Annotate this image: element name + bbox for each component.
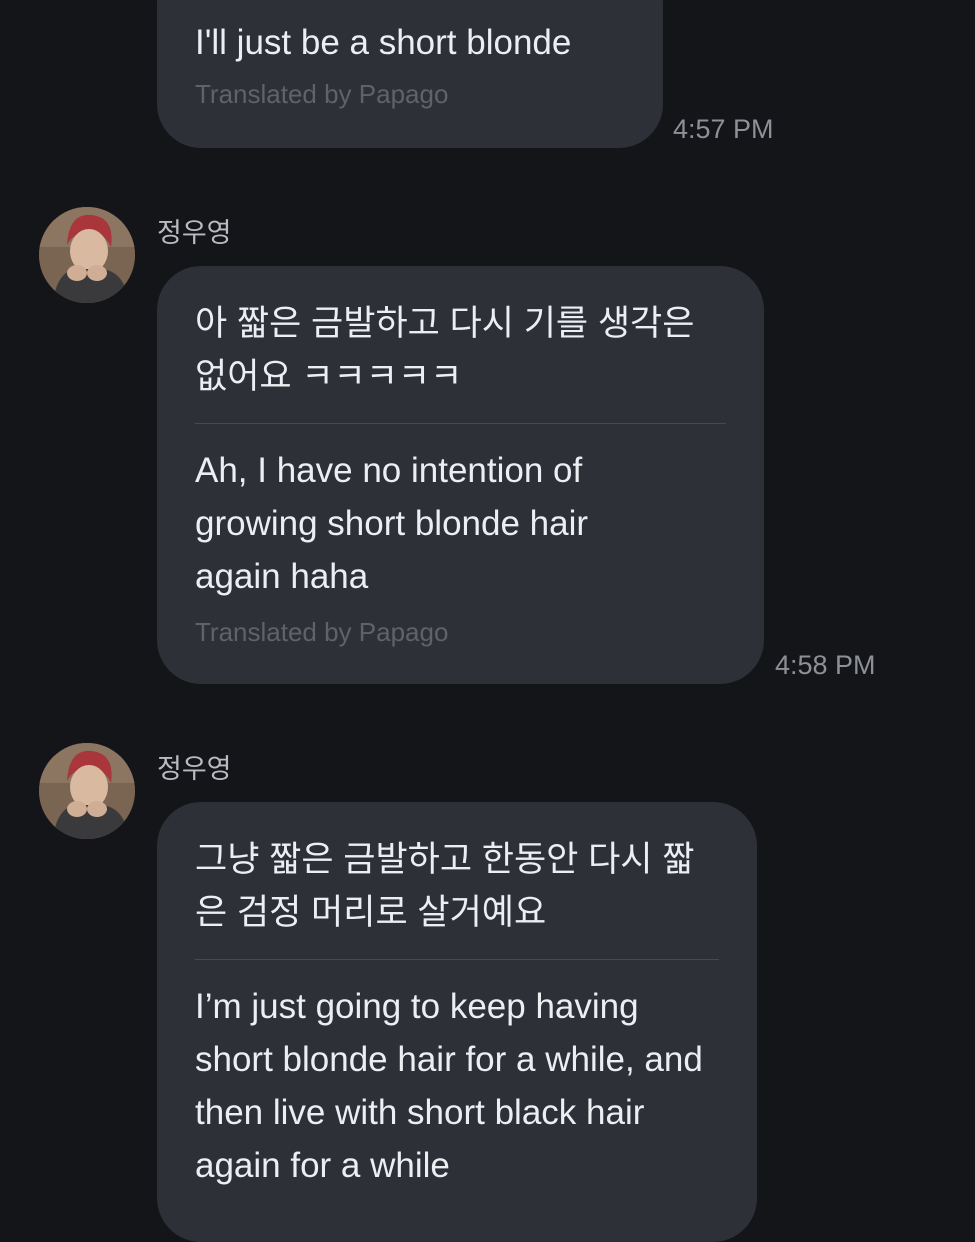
message-bubble[interactable]: 아 짧은 금발하고 다시 기를 생각은 없어요 ㅋㅋㅋㅋㅋ Ah, I have… xyxy=(157,266,764,684)
profile-photo-icon xyxy=(39,207,135,303)
translation-divider xyxy=(195,423,726,424)
message-bubble[interactable]: I'll just be a short blonde Translated b… xyxy=(157,0,663,148)
message-timestamp: 4:57 PM xyxy=(673,114,774,144)
avatar[interactable] xyxy=(39,743,135,839)
translated-by-label: Translated by Papago xyxy=(195,79,449,109)
message-original-text: 그냥 짧은 금발하고 한동안 다시 짧은 검정 머리로 살거예요 xyxy=(195,840,695,932)
translation-divider xyxy=(195,959,719,960)
message-original-text: 아 짧은 금발하고 다시 기를 생각은 없어요 ㅋㅋㅋㅋㅋ xyxy=(195,304,695,396)
message-translation-text: I’m just going to keep having short blon… xyxy=(195,987,703,1185)
message-text: I'll just be a short blonde xyxy=(195,23,572,62)
message-translation-text: Ah, I have no intention of growing short… xyxy=(195,451,589,596)
sender-name: 정우영 xyxy=(157,218,232,248)
message-timestamp: 4:58 PM xyxy=(775,650,876,680)
translated-by-label: Translated by Papago xyxy=(195,617,449,647)
sender-name: 정우영 xyxy=(157,754,232,784)
profile-photo-icon xyxy=(39,743,135,839)
message-bubble[interactable]: 그냥 짧은 금발하고 한동안 다시 짧은 검정 머리로 살거예요 I’m jus… xyxy=(157,802,757,1242)
avatar[interactable] xyxy=(39,207,135,303)
